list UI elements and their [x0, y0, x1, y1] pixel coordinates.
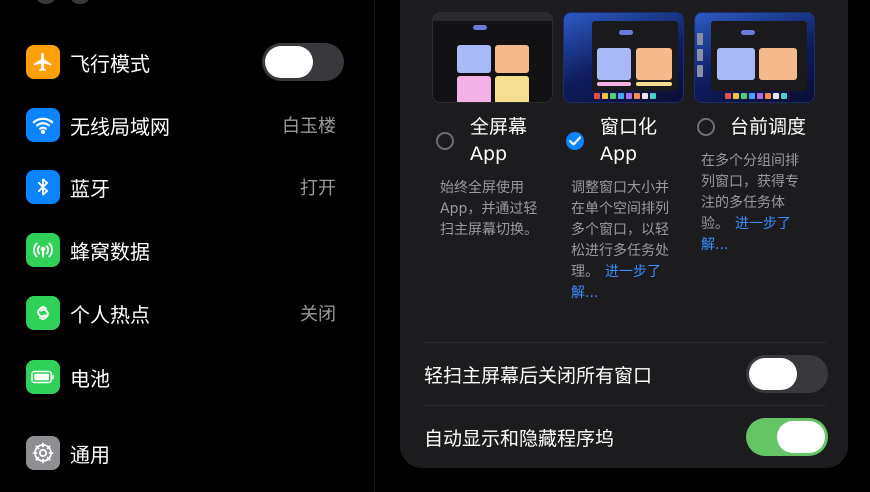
- preview-tile: [636, 82, 672, 86]
- preview-status-bar: [433, 13, 552, 21]
- separator: [424, 342, 826, 343]
- wifi-icon: [26, 108, 60, 142]
- sidebar-item-wifi[interactable]: 无线局域网 白玉楼: [26, 105, 344, 145]
- split-divider: [374, 0, 375, 492]
- sidebar-item-cellular[interactable]: 蜂窝数据: [26, 230, 344, 270]
- bluetooth-status: 打开: [300, 178, 336, 199]
- fullscreen-app-description: 始终全屏使用 App，并通过轻 扫主屏幕切换。: [440, 180, 538, 238]
- airplane-icon: [26, 45, 60, 79]
- preview-tile: [597, 48, 631, 80]
- auto-hide-dock-row[interactable]: 自动显示和隐藏程序坞: [424, 417, 828, 457]
- sidebar-item-battery[interactable]: 电池: [26, 357, 344, 397]
- preview-dock: [725, 93, 787, 99]
- learn-more-link[interactable]: 解...: [701, 237, 728, 253]
- sidebar-item-label: 通用: [70, 442, 110, 467]
- checkmark-icon: [569, 136, 581, 146]
- windowed-app-description: 调整窗口大小并 在单个空间排列 多个窗口，以轻 松进行多任务处 理。 进一步了 解…: [571, 180, 669, 301]
- setting-label: 轻扫主屏幕后关闭所有窗口: [424, 364, 653, 387]
- preview-tile: [759, 48, 797, 80]
- sidebar-item-label: 个人热点: [70, 302, 150, 327]
- windowed-app-preview[interactable]: [563, 12, 684, 103]
- preview-tile: [457, 76, 491, 102]
- toggle-knob: [749, 358, 797, 390]
- preview-tile: [717, 48, 755, 80]
- fullscreen-app-title: 全屏幕 App: [470, 116, 528, 165]
- stage-manager-title: 台前调度: [730, 116, 807, 138]
- preview-side-window: [697, 33, 703, 45]
- toggle-knob: [265, 46, 313, 78]
- windowed-app-title: 窗口化 App: [600, 116, 658, 165]
- learn-more-link[interactable]: 进一步了: [605, 264, 661, 280]
- separator: [424, 405, 826, 406]
- stage-manager-radio[interactable]: [697, 118, 715, 136]
- settings-sidebar: 飞行模式 无线局域网 白玉楼 蓝牙 打开 蜂窝数据 个人热点 关闭 电池 通用: [0, 0, 374, 492]
- gear-icon: [26, 436, 60, 470]
- sidebar-item-general[interactable]: 通用: [26, 433, 344, 473]
- preview-tile: [636, 48, 672, 80]
- stage-manager-preview[interactable]: [694, 12, 815, 103]
- fullscreen-app-preview[interactable]: [432, 12, 553, 103]
- close-windows-on-swipe-row[interactable]: 轻扫主屏幕后关闭所有窗口: [424, 354, 828, 394]
- chain-link-icon: [26, 296, 60, 330]
- antenna-icon: [26, 233, 60, 267]
- preview-tile: [619, 30, 633, 35]
- sidebar-item-label: 飞行模式: [70, 51, 150, 76]
- preview-tile: [597, 82, 631, 86]
- setting-label: 自动显示和隐藏程序坞: [424, 427, 615, 450]
- preview-dock: [594, 93, 656, 99]
- windowed-app-radio[interactable]: [566, 132, 584, 150]
- battery-icon: [26, 360, 60, 394]
- sidebar-item-label: 蓝牙: [70, 176, 110, 201]
- learn-more-link[interactable]: 进一步了: [735, 216, 791, 232]
- wifi-network-name: 白玉楼: [282, 116, 336, 137]
- partial-icon: [36, 0, 56, 4]
- auto-hide-dock-toggle[interactable]: [746, 418, 828, 456]
- sidebar-item-label: 蜂窝数据: [70, 239, 150, 264]
- bluetooth-icon: [26, 170, 60, 204]
- preview-tile: [495, 45, 529, 73]
- sidebar-item-label: 电池: [70, 366, 110, 391]
- stage-manager-description: 在多个分组间排 列窗口，获得专 注的多任务体 验。 进一步了 解...: [701, 153, 799, 253]
- preview-tile: [473, 25, 487, 30]
- preview-tile: [495, 76, 529, 102]
- hotspot-status: 关闭: [300, 304, 336, 325]
- sidebar-item-label: 无线局域网: [70, 114, 170, 139]
- preview-tile: [741, 30, 755, 35]
- airplane-mode-toggle[interactable]: [262, 43, 344, 81]
- learn-more-link[interactable]: 解...: [571, 285, 598, 301]
- preview-side-window: [697, 49, 703, 61]
- settings-screen: 飞行模式 无线局域网 白玉楼 蓝牙 打开 蜂窝数据 个人热点 关闭 电池 通用 …: [0, 0, 870, 492]
- close-windows-toggle[interactable]: [746, 355, 828, 393]
- sidebar-item-bluetooth[interactable]: 蓝牙 打开: [26, 167, 344, 207]
- sidebar-item-airplane-mode[interactable]: 飞行模式: [26, 42, 344, 82]
- preview-tile: [457, 45, 491, 73]
- fullscreen-app-radio[interactable]: [436, 132, 454, 150]
- preview-side-window: [697, 65, 703, 77]
- toggle-knob: [777, 421, 825, 453]
- sidebar-item-personal-hotspot[interactable]: 个人热点 关闭: [26, 293, 344, 333]
- partial-icon: [70, 0, 90, 4]
